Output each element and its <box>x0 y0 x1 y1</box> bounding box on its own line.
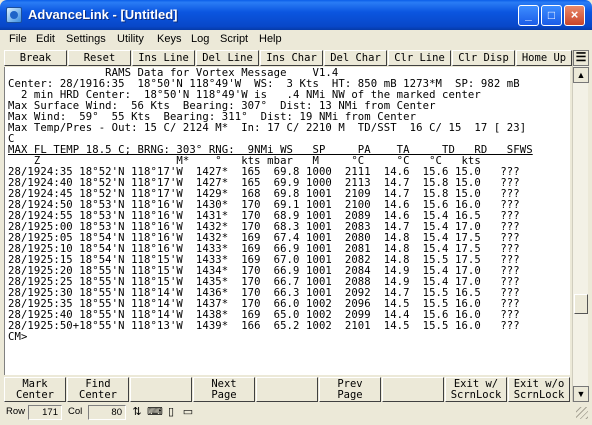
home-up-button[interactable]: Home Up <box>516 50 572 66</box>
page-icon: ▭ <box>182 406 194 418</box>
fkey-label-line2: Page <box>337 389 363 401</box>
status-bar: Row 171 Col 80 ⇅ ⌨ ▯ ▭ <box>4 403 588 421</box>
vertical-scrollbar[interactable]: ☰ ▲ ▼ <box>572 50 589 402</box>
fkey-label-line2: Center <box>16 389 54 401</box>
ins-char-button[interactable]: Ins Char <box>260 50 323 66</box>
scroll-down-arrow-icon[interactable]: ▼ <box>573 386 589 402</box>
menu-settings[interactable]: Settings <box>66 33 106 45</box>
maximize-button[interactable]: □ <box>541 5 562 26</box>
keyboard-icon: ⌨ <box>147 406 163 418</box>
fkey-3-button[interactable] <box>130 377 192 402</box>
document-icon: ▯ <box>167 406 175 418</box>
title-bar[interactable]: AdvanceLink - [Untitled] _ □ × <box>0 0 592 30</box>
menu-edit[interactable]: Edit <box>36 33 55 45</box>
terminal-line: Max Temp/Pres - Out: 15 C/ 2124 M* In: 1… <box>8 122 527 134</box>
terminal-screen[interactable]: RAMS Data for Vortex Message V1.4 Center… <box>4 67 570 375</box>
break-button[interactable]: Break <box>4 50 67 66</box>
fkey-label-line2: ScrnLock <box>450 389 502 401</box>
fkey-label-line2: ScrnLock <box>513 389 565 401</box>
transfer-icon: ⇅ <box>132 406 142 418</box>
fkey-5-button[interactable] <box>256 377 318 402</box>
clr-line-button[interactable]: Clr Line <box>388 50 451 66</box>
prev-page-button[interactable]: Prev Page <box>319 377 381 402</box>
menu-file[interactable]: File <box>9 33 27 45</box>
menu-script[interactable]: Script <box>220 33 248 45</box>
app-icon <box>6 7 22 23</box>
close-button[interactable]: × <box>564 5 585 26</box>
exit-with-scrnlock-button[interactable]: Exit w/ ScrnLock <box>445 377 507 402</box>
terminal-line: 28/1925:50+18°55'N 118°13'W 1439* 166 65… <box>8 320 520 332</box>
col-value: 80 <box>88 405 126 420</box>
fkey-label-line2: Center <box>79 389 117 401</box>
next-page-button[interactable]: Next Page <box>193 377 255 402</box>
fkey-label-line2: Page <box>211 389 237 401</box>
col-label: Col <box>68 406 83 417</box>
menu-keys[interactable]: Keys <box>157 33 181 45</box>
scrollbar-thumb[interactable] <box>574 294 588 314</box>
terminal-prompt: CM> <box>8 331 28 343</box>
del-line-button[interactable]: Del Line <box>196 50 259 66</box>
menu-utility[interactable]: Utility <box>117 33 144 45</box>
minimize-button[interactable]: _ <box>518 5 539 26</box>
resize-grip[interactable] <box>576 407 588 419</box>
fkey-7-button[interactable] <box>382 377 444 402</box>
toggle-keys-icon[interactable]: ☰ <box>573 50 589 66</box>
mark-center-button[interactable]: Mark Center <box>4 377 66 402</box>
del-char-button[interactable]: Del Char <box>324 50 387 66</box>
exit-without-scrnlock-button[interactable]: Exit w/o ScrnLock <box>508 377 570 402</box>
clr-disp-button[interactable]: Clr Disp <box>452 50 515 66</box>
function-key-bar: Mark Center Find Center Next Page Prev P… <box>4 377 570 402</box>
menu-help[interactable]: Help <box>259 33 282 45</box>
app-window: AdvanceLink - [Untitled] _ □ × File Edit… <box>0 0 592 425</box>
reset-button[interactable]: Reset <box>68 50 131 66</box>
ins-line-button[interactable]: Ins Line <box>132 50 195 66</box>
terminal-key-bar: Break Reset Ins Line Del Line Ins Char D… <box>4 50 588 66</box>
row-label: Row <box>6 406 26 417</box>
window-title: AdvanceLink - [Untitled] <box>28 7 178 22</box>
row-value: 171 <box>28 405 62 420</box>
find-center-button[interactable]: Find Center <box>67 377 129 402</box>
scroll-up-arrow-icon[interactable]: ▲ <box>573 67 589 83</box>
menu-bar: File Edit Settings Utility Keys Log Scri… <box>4 30 588 49</box>
menu-log[interactable]: Log <box>191 33 209 45</box>
